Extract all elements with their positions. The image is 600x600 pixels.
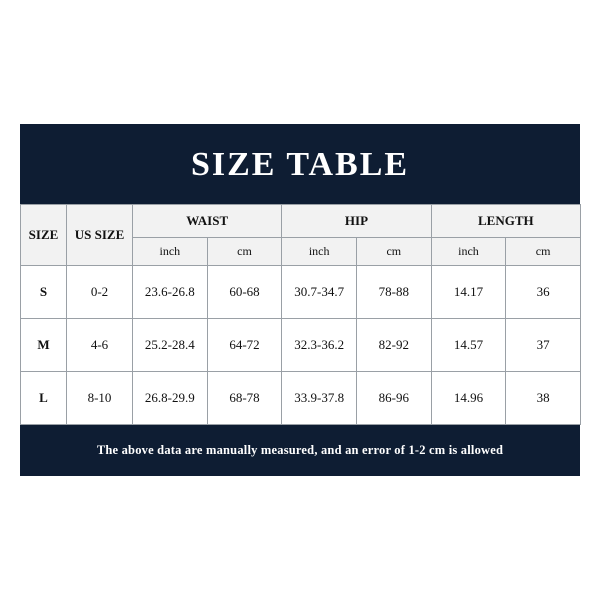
header-hip-inch: inch <box>282 238 357 266</box>
cell-len-cm: 36 <box>506 266 581 319</box>
cell-hip-cm: 82-92 <box>356 319 431 372</box>
footer-note: The above data are manually measured, an… <box>20 425 580 476</box>
title-bar: SIZE TABLE <box>20 124 580 204</box>
cell-hip-cm: 86-96 <box>356 372 431 425</box>
header-us-size: US SIZE <box>67 205 133 266</box>
header-waist-cm: cm <box>207 238 282 266</box>
cell-size: S <box>21 266 67 319</box>
cell-waist-cm: 68-78 <box>207 372 282 425</box>
size-table: SIZE US SIZE WAIST HIP LENGTH inch cm in… <box>20 204 581 425</box>
cell-waist-in: 26.8-29.9 <box>133 372 208 425</box>
cell-us-size: 4-6 <box>67 319 133 372</box>
cell-hip-cm: 78-88 <box>356 266 431 319</box>
cell-us-size: 8-10 <box>67 372 133 425</box>
cell-waist-cm: 60-68 <box>207 266 282 319</box>
table-row: M 4-6 25.2-28.4 64-72 32.3-36.2 82-92 14… <box>21 319 581 372</box>
cell-len-in: 14.17 <box>431 266 506 319</box>
cell-hip-in: 30.7-34.7 <box>282 266 357 319</box>
cell-len-in: 14.96 <box>431 372 506 425</box>
header-size: SIZE <box>21 205 67 266</box>
table-row: L 8-10 26.8-29.9 68-78 33.9-37.8 86-96 1… <box>21 372 581 425</box>
cell-waist-cm: 64-72 <box>207 319 282 372</box>
header-waist: WAIST <box>133 205 282 238</box>
cell-len-cm: 38 <box>506 372 581 425</box>
cell-hip-in: 33.9-37.8 <box>282 372 357 425</box>
cell-hip-in: 32.3-36.2 <box>282 319 357 372</box>
cell-len-in: 14.57 <box>431 319 506 372</box>
cell-len-cm: 37 <box>506 319 581 372</box>
header-len-inch: inch <box>431 238 506 266</box>
header-length: LENGTH <box>431 205 580 238</box>
cell-waist-in: 25.2-28.4 <box>133 319 208 372</box>
header-hip: HIP <box>282 205 431 238</box>
size-table-card: SIZE TABLE SIZE US SIZE WAIST HIP LENGTH… <box>20 124 580 476</box>
header-hip-cm: cm <box>356 238 431 266</box>
table-row: S 0-2 23.6-26.8 60-68 30.7-34.7 78-88 14… <box>21 266 581 319</box>
cell-size: M <box>21 319 67 372</box>
cell-size: L <box>21 372 67 425</box>
cell-waist-in: 23.6-26.8 <box>133 266 208 319</box>
header-len-cm: cm <box>506 238 581 266</box>
header-waist-inch: inch <box>133 238 208 266</box>
cell-us-size: 0-2 <box>67 266 133 319</box>
